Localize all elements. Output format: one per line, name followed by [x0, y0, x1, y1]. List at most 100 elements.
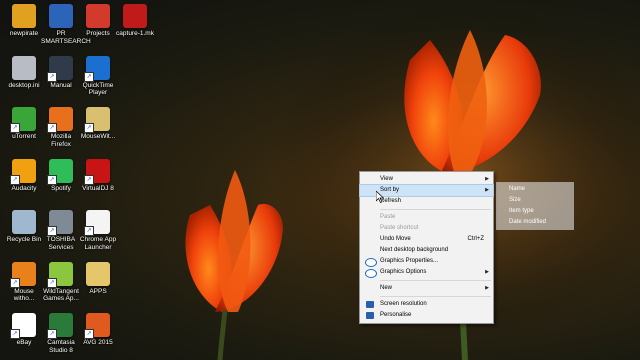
desktop-icon[interactable]: ↗ WildTangent Games Ap...	[41, 261, 81, 303]
shortcut-arrow-icon: ↗	[47, 174, 57, 185]
desktop-icon-label: Chrome App Launcher	[79, 236, 117, 251]
sort-option[interactable]: Name	[497, 184, 573, 195]
app-icon: ↗	[84, 55, 110, 82]
desktop-icon[interactable]: ↗ uTorrent	[4, 107, 44, 141]
app-icon	[86, 4, 110, 28]
shortcut-arrow-icon: ↗	[47, 329, 57, 339]
desktop-icon[interactable]: desktop.ini	[4, 55, 44, 90]
desktop-icon[interactable]: ↗ VirtualDJ 8	[78, 158, 118, 193]
menu-item-undo-move[interactable]: Undo Move Ctrl+Z	[360, 234, 493, 245]
desktop-icon[interactable]: ↗ Camtasia Studio 8	[41, 313, 81, 354]
menu-item-new[interactable]: New ▶	[360, 283, 493, 294]
desktop-icon[interactable]: ↗ TOSHIBA Services	[41, 210, 81, 251]
app-icon: ↗	[47, 313, 73, 339]
shortcut-arrow-icon: ↗	[84, 174, 94, 185]
desktop-icon[interactable]: PR SMARTSEARCH	[41, 4, 91, 45]
app-icon: ↗	[10, 158, 36, 185]
desktop-icon[interactable]: ↗ Mouse witho...	[4, 261, 44, 303]
submenu-arrow-icon: ▶	[485, 269, 489, 275]
desktop-icon[interactable]: Recycle Bin	[4, 210, 44, 244]
desktop-icon-label: capture-1.mk	[116, 30, 154, 37]
app-icon: ↗	[47, 261, 73, 288]
menu-separator	[380, 209, 491, 210]
app-icon	[123, 4, 147, 28]
menu-separator	[380, 280, 491, 281]
desktop-icon[interactable]: ↗ Chrome App Launcher	[78, 210, 118, 251]
shortcut-arrow-icon: ↗	[84, 123, 94, 133]
sort-option[interactable]: Date modified	[497, 217, 573, 228]
desktop-icon[interactable]: newpirate	[4, 4, 44, 38]
desktop-icon[interactable]: ↗ AVG 2015	[78, 313, 118, 347]
desktop-icon[interactable]: capture-1.mk	[115, 4, 155, 38]
app-icon: ↗	[10, 313, 36, 339]
desktop-icon-label: PR SMARTSEARCH	[41, 30, 91, 45]
desktop-icon-label: APPS	[89, 287, 107, 295]
app-icon: ↗	[84, 107, 110, 133]
desktop-icon[interactable]: ↗ QuickTime Player	[78, 55, 118, 97]
shortcut-arrow-icon: ↗	[84, 226, 94, 236]
desktop-icon[interactable]: ↗ Audacity	[4, 158, 44, 193]
menu-item-label: Paste	[380, 214, 396, 220]
desktop-icon-label: newpirate	[9, 30, 39, 37]
menu-item-label: Paste shortcut	[380, 225, 419, 231]
desktop-icon-label: Camtasia Studio 8	[47, 339, 75, 354]
menu-item-label: Personalise	[380, 312, 412, 318]
shortcut-arrow-icon: ↗	[84, 71, 94, 82]
shortcut-arrow-icon: ↗	[47, 71, 57, 82]
app-icon	[12, 55, 36, 80]
desktop-icon[interactable]: ↗ MouseWit...	[78, 107, 118, 141]
shortcut-arrow-icon: ↗	[47, 123, 57, 133]
menu-item-paste[interactable]: Paste	[360, 212, 493, 223]
sort-by-submenu: Name Size Item type Date modified	[496, 182, 574, 230]
menu-item-next-desktop-background[interactable]: Next desktop background	[360, 245, 493, 256]
desktop-icon[interactable]: ↗ Manual	[41, 55, 81, 90]
menu-separator	[380, 296, 491, 297]
menu-item-personalise[interactable]: Personalise	[360, 310, 493, 321]
menu-item-screen-resolution[interactable]: Screen resolution	[360, 299, 493, 310]
desktop-icon[interactable]: APPS	[78, 261, 118, 296]
menu-item-label: Undo Move	[380, 236, 411, 242]
menu-item-graphics-properties[interactable]: Graphics Properties...	[360, 256, 493, 267]
desktop-icon-label: MouseWit...	[80, 133, 116, 140]
desktop-icon-label: desktop.ini	[8, 81, 40, 89]
desktop-icon-label: Audacity	[11, 184, 37, 192]
intel-graphics-icon	[365, 269, 377, 278]
desktop-icon-label: WildTangent Games Ap...	[43, 287, 79, 303]
menu-item-graphics-options[interactable]: Graphics Options ▶	[360, 267, 493, 278]
mouse-cursor	[376, 191, 384, 203]
shortcut-arrow-icon: ↗	[10, 277, 20, 288]
intel-graphics-icon	[365, 258, 377, 267]
app-icon: ↗	[84, 158, 110, 185]
shortcut-arrow-icon: ↗	[10, 329, 20, 339]
app-icon: ↗	[84, 210, 110, 236]
sort-option[interactable]: Item type	[497, 206, 573, 217]
menu-item-paste-shortcut[interactable]: Paste shortcut	[360, 223, 493, 234]
shortcut-arrow-icon: ↗	[10, 123, 20, 133]
app-icon: ↗	[47, 55, 73, 82]
shortcut-arrow-icon: ↗	[84, 329, 94, 339]
app-icon	[12, 4, 36, 28]
desktop-icon-label: eBay	[16, 339, 32, 346]
menu-item-label: Next desktop background	[380, 247, 449, 253]
menu-item-label: New	[380, 285, 393, 291]
menu-item-shortcut: Ctrl+Z	[467, 236, 485, 242]
desktop-icon[interactable]: ↗ Mozilla Firefox	[41, 107, 81, 148]
desktop-icon[interactable]: ↗ Spotify	[41, 158, 81, 193]
menu-item-label: Graphics Options	[380, 269, 427, 275]
submenu-arrow-icon: ▶	[485, 187, 489, 193]
app-icon: ↗	[47, 107, 73, 133]
screen-resolution-icon	[366, 301, 374, 308]
shortcut-arrow-icon: ↗	[47, 277, 57, 288]
menu-item-view[interactable]: View ▶	[360, 174, 493, 185]
menu-item-label: View	[380, 176, 393, 182]
sort-option[interactable]: Size	[497, 195, 573, 206]
app-icon: ↗	[84, 313, 110, 339]
submenu-arrow-icon: ▶	[485, 176, 489, 182]
personalise-icon	[366, 312, 374, 319]
app-icon: ↗	[47, 210, 73, 236]
desktop-icon[interactable]: ↗ eBay	[4, 313, 44, 347]
app-icon	[49, 4, 73, 28]
desktop-icon-label: VirtualDJ 8	[82, 184, 114, 192]
desktop-icon-label: TOSHIBA Services	[46, 236, 76, 251]
desktop-icon[interactable]: Projects	[78, 4, 118, 38]
